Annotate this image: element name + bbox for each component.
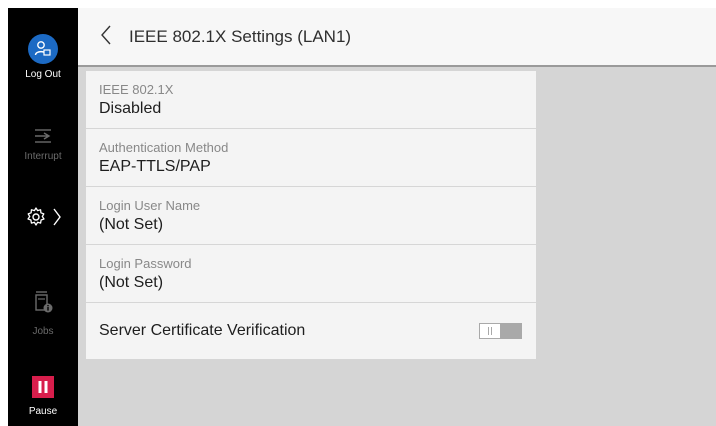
logout-label: Log Out xyxy=(25,69,61,80)
interrupt-label: Interrupt xyxy=(24,151,62,162)
logout-button[interactable]: Log Out xyxy=(8,34,78,80)
jobs-button[interactable]: Jobs xyxy=(8,290,78,337)
setting-label: IEEE 802.1X xyxy=(99,82,174,97)
pause-label: Pause xyxy=(28,406,58,417)
settings-nav-button[interactable] xyxy=(8,206,78,233)
setting-row-authentication-method[interactable]: Authentication Method EAP-TTLS/PAP xyxy=(86,129,536,187)
interrupt-icon xyxy=(8,126,78,148)
logout-user-icon xyxy=(28,34,58,64)
server-cert-label: Server Certificate Verification xyxy=(99,322,306,339)
app-frame: Log Out Interrupt Jobs Pause IEEE 802.1X… xyxy=(8,8,716,426)
pause-button[interactable]: Pause xyxy=(8,376,78,417)
setting-value: EAP-TTLS/PAP xyxy=(99,158,211,175)
header-bar: IEEE 802.1X Settings (LAN1) xyxy=(78,8,716,67)
setting-label: Login Password xyxy=(99,256,192,271)
page-title: IEEE 802.1X Settings (LAN1) xyxy=(129,27,352,46)
setting-value: (Not Set) xyxy=(99,274,164,291)
server-cert-toggle[interactable] xyxy=(479,323,522,339)
setting-label: Login User Name xyxy=(99,198,201,213)
chevron-right-icon xyxy=(53,207,61,232)
setting-label: Authentication Method xyxy=(99,140,229,155)
setting-row-login-user-name[interactable]: Login User Name (Not Set) xyxy=(86,187,536,245)
setting-row-server-certificate-verification: Server Certificate Verification xyxy=(86,303,536,360)
jobs-label: Jobs xyxy=(32,326,54,337)
setting-row-ieee-8021x[interactable]: IEEE 802.1X Disabled xyxy=(86,71,536,129)
settings-list: IEEE 802.1X Disabled Authentication Meth… xyxy=(86,71,536,359)
interrupt-button[interactable]: Interrupt xyxy=(8,126,78,162)
jobs-icon xyxy=(8,290,78,314)
pause-icon xyxy=(32,376,54,398)
sidebar: Log Out Interrupt Jobs Pause xyxy=(8,8,78,426)
chevron-left-icon xyxy=(100,23,112,52)
back-button[interactable] xyxy=(96,24,116,50)
setting-value: Disabled xyxy=(99,100,162,117)
setting-row-login-password[interactable]: Login Password (Not Set) xyxy=(86,245,536,303)
gear-icon xyxy=(25,206,47,233)
toggle-knob xyxy=(480,324,500,338)
setting-value: (Not Set) xyxy=(99,216,164,233)
